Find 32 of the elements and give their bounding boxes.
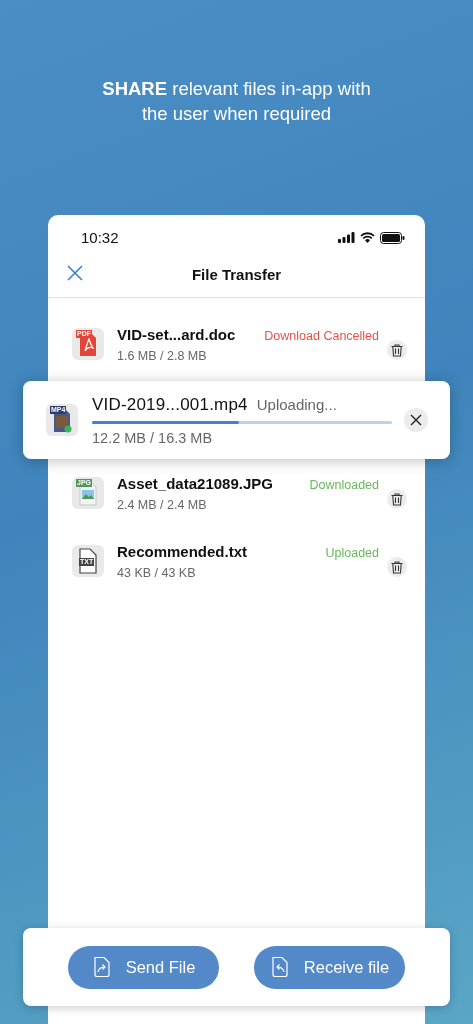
transfer-status: Uploading... [256,395,337,413]
status-time: 10:32 [81,229,119,246]
file-name: Asset_data21089.JPG [117,474,273,492]
file-name: VID-2019...001.mp4 [92,394,248,415]
trash-icon [391,492,403,506]
file-receive-icon [269,956,290,978]
delete-button[interactable] [387,489,407,509]
trash-icon [391,560,403,574]
file-size: 12.2 MB / 16.3 MB [92,429,214,446]
file-name: Recommended.txt [117,542,248,560]
receive-file-button[interactable]: Receive file [254,945,405,989]
transfer-status: Downloaded [309,477,379,492]
file-name: VID-set...ard.doc [117,325,236,343]
headline: SHARE relevant files in-app with the user when required [101,77,372,126]
file-send-icon [91,956,112,978]
file-size: 43 KB / 43 KB [117,565,197,580]
file-size: 1.6 MB / 2.8 MB [117,348,208,363]
wifi-icon [360,232,375,243]
send-file-button[interactable]: Send File [68,945,219,989]
close-icon [67,265,83,281]
trash-icon [391,343,403,357]
file-size: 2.4 MB / 2.4 MB [117,497,208,512]
cancel-button[interactable] [404,408,428,432]
transfer-status: Uploaded [325,545,379,560]
signal-icon [338,232,355,243]
close-icon [410,414,422,426]
battery-icon [380,231,405,244]
delete-button[interactable] [387,557,407,577]
close-button[interactable] [67,265,83,281]
screen-title: File Transfer [191,265,282,283]
delete-button[interactable] [387,340,407,360]
transfer-status: Download Cancelled [264,328,379,343]
